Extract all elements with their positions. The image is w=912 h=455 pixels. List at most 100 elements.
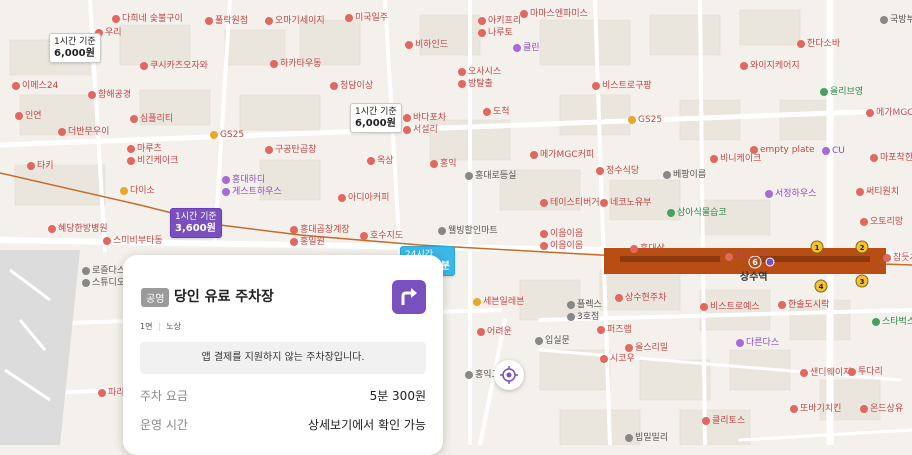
poi-40[interactable]: 테이스티버거 — [540, 195, 600, 208]
poi-36[interactable]: 게스트하우스 — [222, 184, 282, 197]
directions-button[interactable] — [392, 280, 426, 314]
poi-20[interactable]: 서설리 — [403, 122, 438, 135]
poi-70[interactable]: 투다리 — [848, 364, 883, 377]
poi-32[interactable]: GS25 — [628, 115, 662, 125]
poi-33[interactable]: 다이소 — [120, 183, 155, 196]
poi-78[interactable]: 한다소바 — [797, 36, 840, 49]
poi-7[interactable]: 마마스엔파미스 — [520, 6, 588, 19]
poi-30[interactable]: 홍대로등실 — [465, 168, 516, 181]
poi-marker-icon — [290, 237, 298, 246]
poi-81[interactable]: empty plate — [750, 145, 815, 155]
poi-75[interactable]: CU — [822, 146, 845, 156]
poi-73[interactable]: 써티원치 — [856, 184, 899, 197]
poi-66[interactable]: 또바기치킨 — [790, 401, 841, 414]
station-label[interactable]: 상수역 — [740, 268, 768, 283]
poi-4[interactable]: 미국일주 — [345, 10, 388, 23]
poi-18[interactable]: 청담이상 — [330, 78, 373, 91]
poi-10[interactable]: 비하인드 — [405, 37, 448, 50]
poi-71[interactable]: 참듯치 — [883, 250, 912, 263]
poi-28[interactable]: 옥상 — [367, 153, 394, 166]
poi-39[interactable]: 네코노유부 — [600, 195, 651, 208]
poi-59[interactable]: 한솔도시락 — [778, 297, 829, 310]
price-marker[interactable]: 1시간 기준 6,000원 — [49, 33, 101, 63]
poi-63[interactable]: 시코우 — [600, 351, 635, 364]
parking-detail-card[interactable]: 공영 당인 유료 주차장 1면 | 노상 앱 결제를 지원하지 않는 주차장입니… — [123, 255, 443, 455]
poi-38[interactable]: 정수식당 — [596, 163, 639, 176]
poi-label: 다이소 — [130, 186, 155, 196]
poi-68[interactable]: 온드상유 — [860, 401, 903, 414]
poi-11[interactable]: 클린 — [513, 40, 540, 53]
poi-79[interactable]: 국방부 — [880, 12, 912, 25]
poi-64[interactable]: 빕밀밀리 — [625, 430, 668, 443]
poi-2[interactable]: 풀락원점 — [205, 13, 248, 26]
poi-21[interactable]: 도척 — [483, 104, 510, 117]
poi-26[interactable]: 비긴케이크 — [127, 153, 178, 166]
poi-82[interactable]: 베팡이름 — [663, 167, 706, 180]
poi-41[interactable]: 혜당한방병원 — [48, 221, 108, 234]
poi-29[interactable]: 홍익 — [430, 156, 457, 169]
price-marker-selected[interactable]: 1시간 기준 3,600원 — [170, 208, 222, 238]
poi-3[interactable]: 오마기세이지 — [265, 13, 325, 26]
poi-label: 함해공경 — [98, 90, 132, 100]
poi-9[interactable]: 하카타우동 — [270, 56, 321, 69]
poi-6[interactable]: 나루토 — [478, 25, 513, 38]
poi-55[interactable]: 입실문 — [535, 333, 570, 346]
poi-76[interactable]: 메가MGC커피 — [866, 105, 912, 118]
poi-57[interactable]: 상수현주차 — [615, 290, 666, 303]
poi-16[interactable]: 인연 — [15, 108, 42, 121]
poi-31[interactable]: 메가MGC커피 — [530, 147, 594, 160]
poi-marker-icon — [210, 130, 218, 139]
poi-marker-icon — [127, 156, 135, 165]
poi-72[interactable]: 오토리망 — [860, 214, 903, 227]
poi-14[interactable]: 비스트로구팡 — [592, 78, 652, 91]
poi-48[interactable]: 이음이음 — [540, 238, 583, 251]
poi-marker-icon — [630, 244, 638, 253]
poi-22[interactable]: 심플리티 — [130, 111, 173, 124]
poi-60[interactable]: 퍼즈랩 — [597, 322, 632, 335]
poi-label: 스미비부타동 — [113, 236, 163, 246]
poi-86[interactable]: 데그드랑 — [725, 249, 768, 262]
poi-67[interactable]: 샌디웨이지 — [800, 365, 851, 378]
poi-54[interactable]: 3호점 — [567, 309, 599, 322]
poi-0[interactable]: 다희네 숯불구이 — [112, 11, 183, 24]
poi-34[interactable]: 타키 — [27, 158, 54, 171]
poi-50[interactable]: 스튜디오 — [82, 275, 125, 288]
poi-42[interactable]: 스미비부타동 — [103, 233, 163, 246]
poi-58[interactable]: 비스트로예스 — [700, 299, 760, 312]
poi-marker-icon — [592, 81, 600, 90]
price-marker[interactable]: 1시간 기준 6,000원 — [350, 103, 402, 133]
exit-4-label: 4 — [819, 283, 824, 291]
my-location-button[interactable] — [494, 360, 524, 390]
poi-44[interactable]: 홍일원 — [290, 234, 325, 247]
poi-17[interactable]: 함해공경 — [88, 87, 131, 100]
poi-84[interactable]: 서정하우스 — [765, 186, 816, 199]
poi-marker-icon — [458, 79, 466, 88]
poi-74[interactable]: 마포착한한방병원 — [870, 150, 912, 163]
parking-lot-count: 1면 — [140, 322, 153, 331]
poi-46[interactable]: 웰빙할인마트 — [438, 223, 498, 236]
poi-27[interactable]: 구공탄곱창 — [265, 142, 316, 155]
poi-83[interactable]: 삼아식물습코 — [667, 205, 727, 218]
poi-24[interactable]: GS25 — [210, 130, 244, 140]
poi-37[interactable]: 아디아커피 — [338, 190, 389, 203]
poi-69[interactable]: 스타벅스 — [872, 314, 912, 327]
poi-51[interactable]: 세븐일레븐 — [473, 294, 524, 307]
poi-marker-icon — [330, 81, 338, 90]
poi-52[interactable]: 어려운 — [477, 324, 512, 337]
poi-77[interactable]: 올리브영 — [820, 84, 863, 97]
fee-value: 5분 300원 — [369, 389, 426, 403]
poi-61[interactable]: 다른다스 — [736, 335, 779, 348]
poi-85[interactable]: 흥대상 — [630, 241, 665, 254]
poi-87[interactable]: 와이지케어지 — [740, 58, 800, 71]
poi-label: 메가MGC커피 — [876, 108, 912, 118]
poi-8[interactable]: 쿠시카츠오자와 — [140, 58, 208, 71]
poi-15[interactable]: 이메스24 — [12, 78, 58, 91]
poi-label: 쿠시카츠오자와 — [150, 61, 208, 71]
poi-marker-icon — [520, 9, 528, 18]
poi-45[interactable]: 호수지도 — [360, 228, 403, 241]
poi-13[interactable]: 방탈출 — [458, 76, 493, 89]
poi-label: 올리브영 — [830, 87, 864, 97]
poi-label: GS25 — [220, 130, 245, 140]
poi-65[interactable]: 클리토스 — [702, 413, 745, 426]
poi-23[interactable]: 더반무우이 — [58, 124, 109, 137]
